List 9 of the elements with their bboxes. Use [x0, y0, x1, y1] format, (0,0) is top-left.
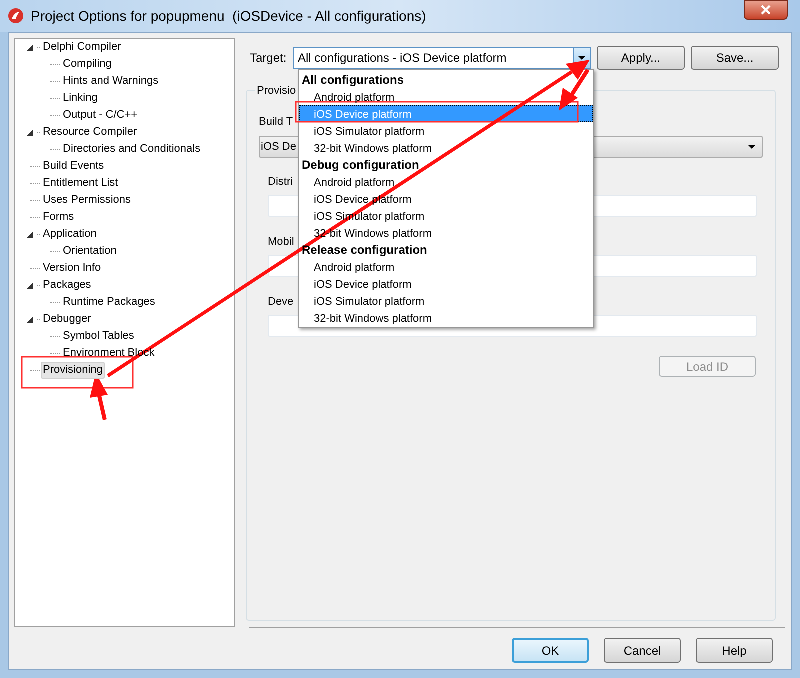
field-label: Distri	[268, 175, 294, 189]
field-label: Mobil	[268, 235, 294, 249]
target-label: Target:	[250, 50, 288, 67]
build-type-label: Build T	[259, 115, 294, 129]
group-heading: Debug configuration	[302, 158, 420, 172]
group-heading: Release configuration	[302, 243, 428, 257]
window-title: Project Options for popupmenu (iOSDevice - All configurations)	[31, 6, 426, 26]
field-label: Deve	[268, 295, 294, 309]
group-heading: All configurations	[302, 73, 404, 87]
